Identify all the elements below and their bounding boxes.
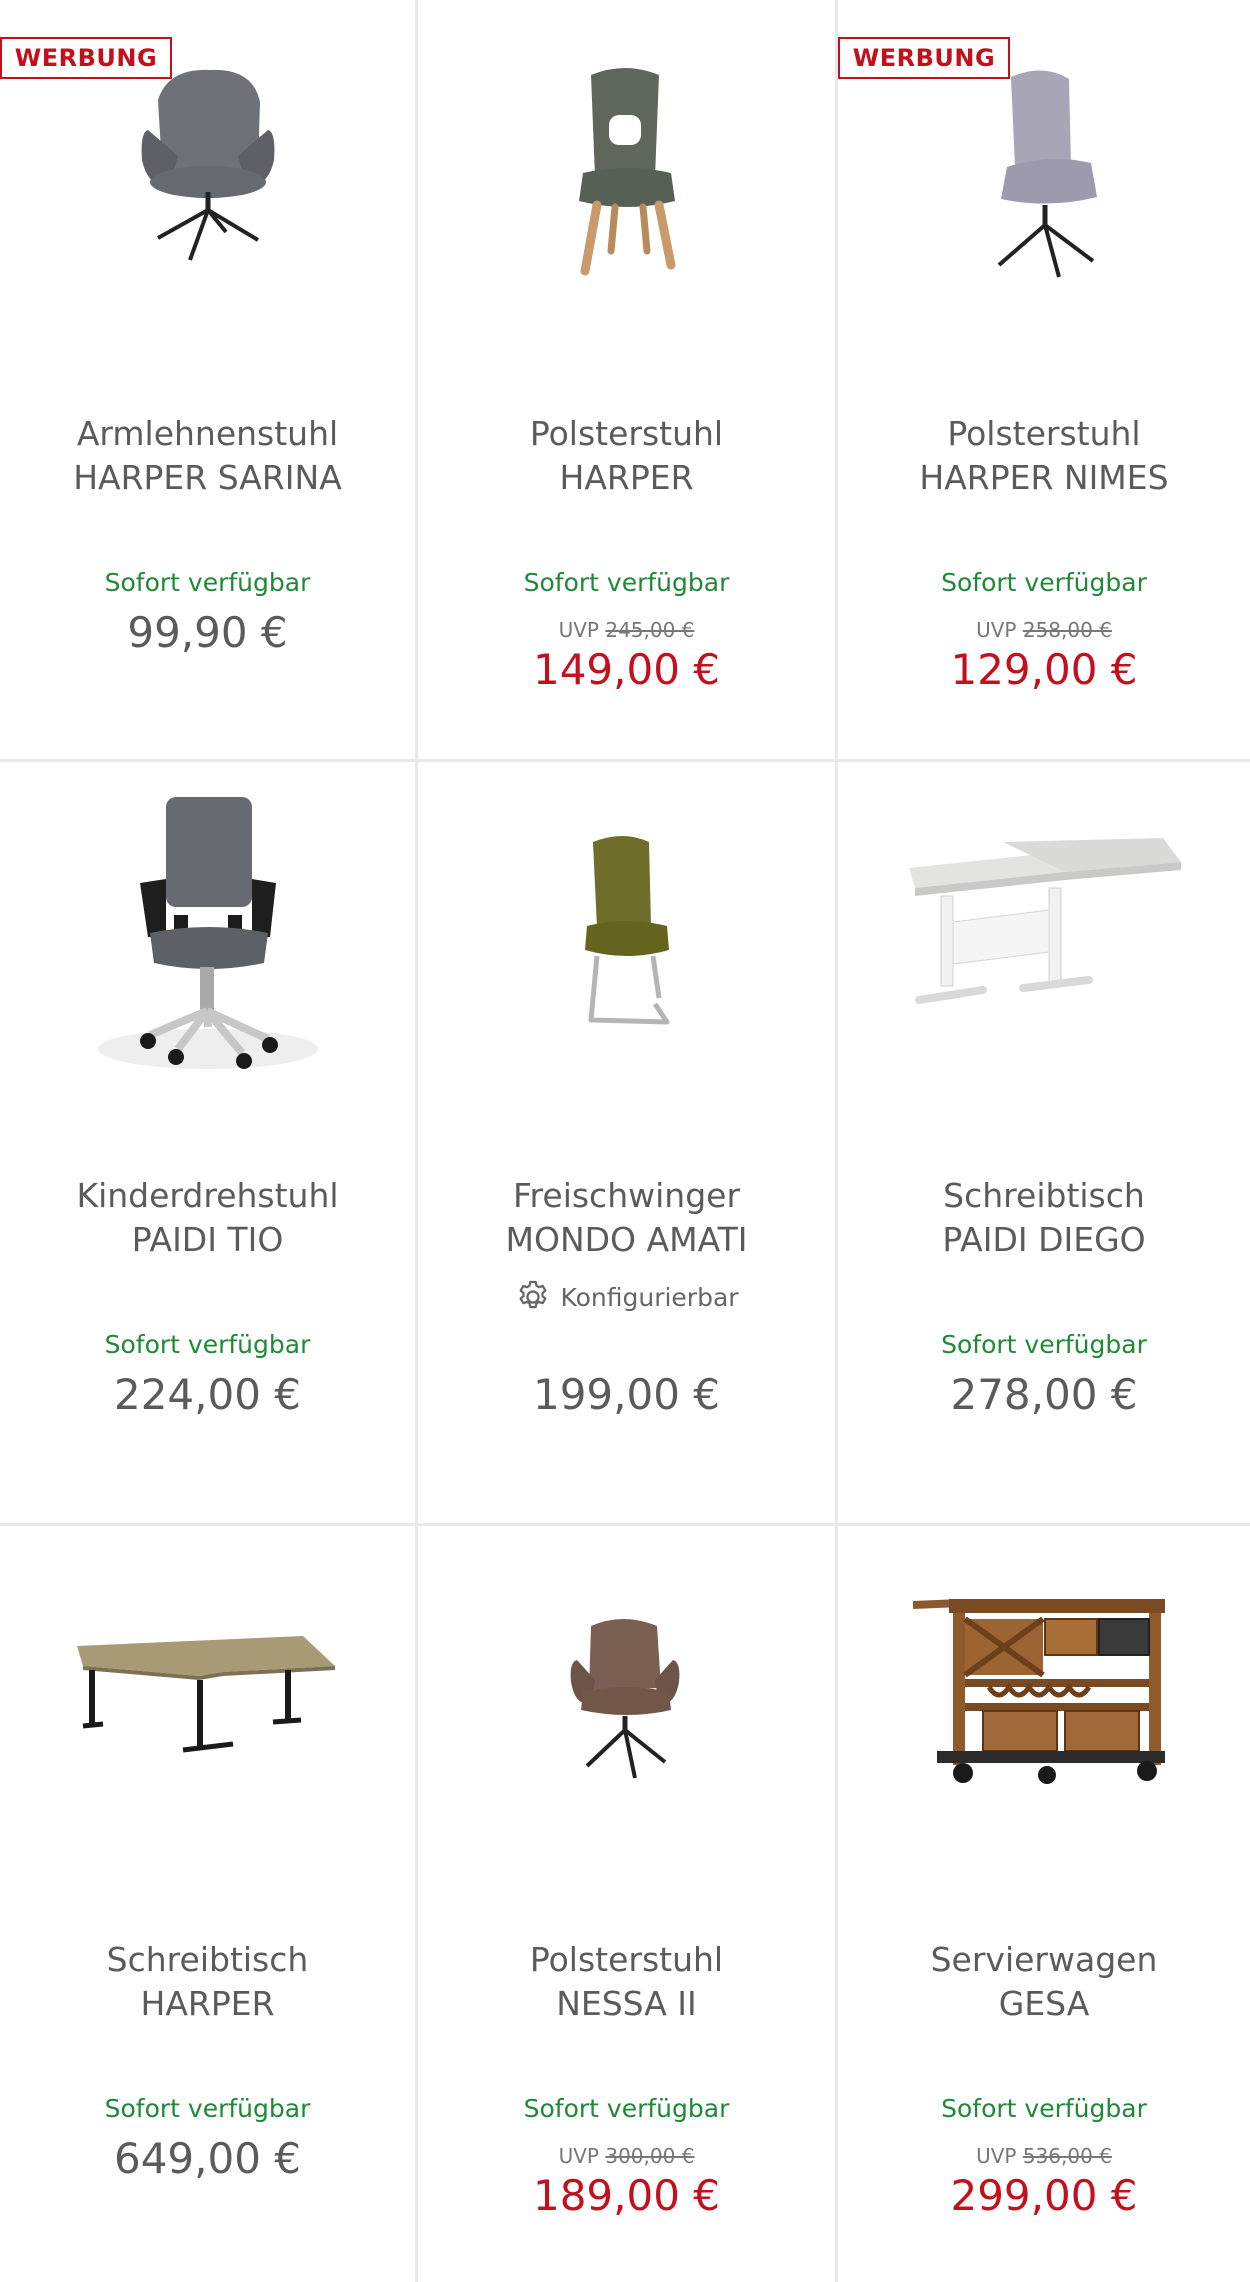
product-image[interactable] xyxy=(0,1536,415,1856)
chair-lilac-icon xyxy=(997,70,1097,278)
product-card[interactable]: Schreibtisch HARPER Sofort verfügbar 649… xyxy=(0,1526,418,2282)
sale-price: 129,00 € xyxy=(950,645,1138,694)
cantilever-chair-icon xyxy=(584,836,669,1025)
product-card[interactable]: Servierwagen GESA Sofort verfügbar UVP 5… xyxy=(838,1526,1250,2282)
product-name[interactable]: Polsterstuhl NESSA II xyxy=(428,1938,825,2026)
uvp-price: UVP 245,00 € xyxy=(418,618,835,642)
product-card[interactable]: Polsterstuhl HARPER Sofort verfügbar UVP… xyxy=(418,0,838,762)
uvp-price: UVP 300,00 € xyxy=(418,2144,835,2168)
product-name[interactable]: Polsterstuhl HARPER NIMES xyxy=(848,412,1240,500)
product-model: GESA xyxy=(998,1984,1090,2023)
product-model: HARPER NIMES xyxy=(919,458,1169,497)
availability-label: Sofort verfügbar xyxy=(104,2094,311,2123)
configurable-label: Konfigurierbar xyxy=(560,1282,739,1312)
product-image[interactable] xyxy=(838,1536,1250,1856)
product-model: HARPER xyxy=(140,1984,275,2023)
product-type: Polsterstuhl xyxy=(529,1940,724,1979)
product-type: Polsterstuhl xyxy=(529,414,724,453)
sale-price: 299,00 € xyxy=(950,2171,1138,2220)
availability-label: Sofort verfügbar xyxy=(523,2094,730,2123)
product-name[interactable]: Armlehnenstuhl HARPER SARINA xyxy=(10,412,405,500)
uvp-value: 300,00 € xyxy=(605,2144,695,2168)
chair-brown-icon xyxy=(570,1619,679,1779)
gear-icon xyxy=(519,1280,547,1309)
price: 99,90 € xyxy=(127,608,288,657)
product-type: Freischwinger xyxy=(512,1176,741,1215)
product-grid: WERBUNG Armlehnenstuhl HARPER SARINA Sof… xyxy=(0,0,1250,2282)
product-name[interactable]: Servierwagen GESA xyxy=(848,1938,1240,2026)
product-model: PAIDI TIO xyxy=(131,1220,284,1259)
product-name[interactable]: Freischwinger MONDO AMATI xyxy=(428,1174,825,1262)
price: 649,00 € xyxy=(113,2134,302,2183)
product-type: Servierwagen xyxy=(930,1940,1158,1979)
armchair-grey-icon xyxy=(141,69,274,261)
configurable-hint: Konfigurierbar xyxy=(418,1278,835,1316)
availability-label: Sofort verfügbar xyxy=(941,2094,1147,2123)
product-type: Polsterstuhl xyxy=(947,414,1141,453)
uvp-price: UVP 536,00 € xyxy=(838,2144,1250,2168)
product-model: HARPER xyxy=(559,458,694,497)
availability-label: Sofort verfügbar xyxy=(941,1330,1147,1359)
product-card[interactable]: Freischwinger MONDO AMATI Konfigurierbar… xyxy=(418,762,838,1526)
chair-olive-wood-icon xyxy=(578,68,675,276)
uvp-label: UVP xyxy=(976,618,1017,642)
product-model: NESSA II xyxy=(556,1984,697,2023)
uvp-label: UVP xyxy=(558,2144,599,2168)
product-card[interactable]: Schreibtisch PAIDI DIEGO Sofort verfügba… xyxy=(838,762,1250,1526)
sale-price: 189,00 € xyxy=(532,2171,721,2220)
availability-label: Sofort verfügbar xyxy=(941,568,1147,597)
product-name[interactable]: Schreibtisch PAIDI DIEGO xyxy=(848,1174,1240,1262)
ad-badge: WERBUNG xyxy=(0,37,172,79)
product-name[interactable]: Kinderdrehstuhl PAIDI TIO xyxy=(10,1174,405,1262)
product-type: Schreibtisch xyxy=(943,1176,1145,1215)
product-card[interactable]: Polsterstuhl NESSA II Sofort verfügbar U… xyxy=(418,1526,838,2282)
price: 224,00 € xyxy=(113,1370,302,1419)
product-image[interactable] xyxy=(838,772,1250,1092)
uvp-value: 245,00 € xyxy=(605,618,695,642)
product-image[interactable] xyxy=(418,772,835,1092)
sale-price: 149,00 € xyxy=(532,645,721,694)
corner-desk-icon xyxy=(76,1636,335,1753)
ad-badge: WERBUNG xyxy=(838,37,1010,79)
product-image[interactable] xyxy=(418,10,835,330)
product-image[interactable] xyxy=(418,1536,835,1856)
product-card[interactable]: WERBUNG Polsterstuhl HARPER NIMES Sofort… xyxy=(838,0,1250,762)
availability-label: Sofort verfügbar xyxy=(104,1330,311,1359)
uvp-value: 536,00 € xyxy=(1022,2144,1112,2168)
price: 278,00 € xyxy=(950,1370,1138,1419)
product-model: HARPER SARINA xyxy=(73,458,342,497)
product-name[interactable]: Polsterstuhl HARPER xyxy=(428,412,825,500)
product-model: MONDO AMATI xyxy=(505,1220,748,1259)
product-type: Schreibtisch xyxy=(106,1940,309,1979)
product-name[interactable]: Schreibtisch HARPER xyxy=(10,1938,405,2026)
office-chair-icon xyxy=(97,797,318,1069)
uvp-value: 258,00 € xyxy=(1022,618,1112,642)
product-type: Armlehnenstuhl xyxy=(76,414,339,453)
product-type: Kinderdrehstuhl xyxy=(76,1176,339,1215)
uvp-label: UVP xyxy=(976,2144,1017,2168)
uvp-label: UVP xyxy=(558,618,599,642)
product-card[interactable]: WERBUNG Armlehnenstuhl HARPER SARINA Sof… xyxy=(0,0,418,762)
uvp-price: UVP 258,00 € xyxy=(838,618,1250,642)
product-image[interactable] xyxy=(0,772,415,1092)
price: 199,00 € xyxy=(532,1370,721,1419)
kids-desk-icon xyxy=(909,838,1181,1004)
availability-label: Sofort verfügbar xyxy=(523,568,730,597)
serving-cart-icon xyxy=(913,1599,1165,1784)
availability-label: Sofort verfügbar xyxy=(104,568,311,597)
product-model: PAIDI DIEGO xyxy=(942,1220,1146,1259)
product-card[interactable]: Kinderdrehstuhl PAIDI TIO Sofort verfügb… xyxy=(0,762,418,1526)
